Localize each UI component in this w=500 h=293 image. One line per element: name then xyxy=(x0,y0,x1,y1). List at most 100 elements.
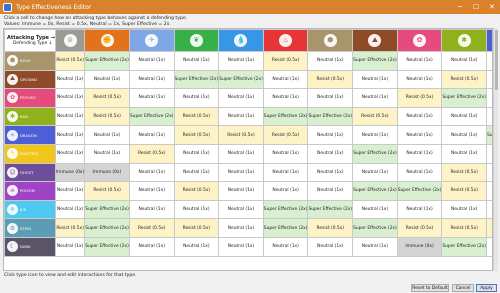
effectiveness-cell[interactable]: Neutral (1x) xyxy=(218,88,264,108)
column-header-fire[interactable]: ♨ xyxy=(262,29,309,52)
effectiveness-cell[interactable]: Neutral (1x) xyxy=(396,125,443,145)
effectiveness-cell[interactable]: Neutral (1x) xyxy=(173,51,220,71)
electric-type-icon[interactable]: ϟ xyxy=(7,148,18,160)
effectiveness-cell[interactable]: Immune (0x) xyxy=(396,236,443,257)
column-header-fighting[interactable]: ✊ xyxy=(84,29,130,52)
effectiveness-cell[interactable]: Neutral (1x) xyxy=(352,69,398,90)
effectiveness-cell[interactable]: Neutral (1x) xyxy=(218,162,264,183)
effectiveness-cell[interactable]: Neutral (1x) xyxy=(352,125,398,145)
row-header-electric[interactable]: ϟ ELECTRIC xyxy=(4,143,56,164)
effectiveness-cell[interactable]: Neutral (1x) xyxy=(441,199,487,220)
row-header-ice[interactable]: ❄ ICE xyxy=(4,199,56,220)
effectiveness-cell[interactable]: Super Effective (2x) xyxy=(84,236,130,257)
effectiveness-cell[interactable]: Neutral (1x) xyxy=(54,199,86,220)
effectiveness-cell[interactable]: Super Effective (2x) xyxy=(307,199,354,220)
ghost-type-icon[interactable]: ☺ xyxy=(7,166,18,178)
rock-type-icon[interactable]: ⬢ xyxy=(7,55,18,67)
effectiveness-cell[interactable]: Neutral (1x) xyxy=(128,236,175,257)
psychic-type-icon[interactable]: ✿ xyxy=(413,34,427,47)
effectiveness-cell[interactable]: Resist (0.5x) xyxy=(441,181,487,201)
effectiveness-cell[interactable]: Neutral (1x) xyxy=(54,143,86,164)
effectiveness-cell[interactable]: Super Effective (2x) xyxy=(396,181,443,201)
effectiveness-cell[interactable]: Super Effective (2x) xyxy=(84,218,130,238)
effectiveness-cell[interactable]: Neutral (1x) xyxy=(441,125,487,145)
effectiveness-cell[interactable]: Neutral (1x) xyxy=(128,88,175,108)
effectiveness-cell[interactable]: Immune (0x) xyxy=(54,162,86,183)
minimize-icon[interactable]: ─ xyxy=(452,0,468,14)
ice-type-icon[interactable]: ❄ xyxy=(7,204,18,216)
effectiveness-cell[interactable]: Neutral (1x) xyxy=(352,162,398,183)
water-type-icon[interactable]: 💧 xyxy=(234,34,248,47)
effectiveness-cell[interactable]: Resist (0.5x) xyxy=(84,106,130,127)
effectiveness-cell[interactable]: Neutral (1x) xyxy=(441,143,487,164)
effectiveness-cell[interactable]: Neutral (1x) xyxy=(218,51,264,71)
effectiveness-cell[interactable]: Super Effective (2x) xyxy=(441,88,487,108)
row-header-poison[interactable]: ☠ POISON xyxy=(4,181,56,201)
row-header-psychic[interactable]: ✿ PSYCHIC xyxy=(4,88,56,108)
effectiveness-cell[interactable]: Super Effective (2x) xyxy=(84,199,130,220)
effectiveness-cell[interactable]: Neutral (1x) xyxy=(352,236,398,257)
apply-button[interactable]: Apply xyxy=(476,284,497,292)
effectiveness-cell[interactable]: Resist (0.5x) xyxy=(128,143,175,164)
effectiveness-cell[interactable]: Resist (0.5x) xyxy=(84,88,130,108)
effectiveness-cell[interactable]: Neutral (1x) xyxy=(173,199,220,220)
effectiveness-cell[interactable]: Neutral (1x) xyxy=(396,199,443,220)
ground-type-icon[interactable]: ⛰ xyxy=(368,34,382,47)
maximize-icon[interactable]: ☐ xyxy=(468,0,484,14)
effectiveness-cell[interactable]: Neutral (1x) xyxy=(173,162,220,183)
effectiveness-cell[interactable]: Neutral (1x) xyxy=(352,199,398,220)
column-header-water[interactable]: 💧 xyxy=(218,29,264,52)
effectiveness-cell[interactable]: Neutral (1x) xyxy=(84,69,130,90)
effectiveness-cell[interactable]: Neutral (1x) xyxy=(262,162,309,183)
effectiveness-cell[interactable]: Super Effective (2x) xyxy=(352,181,398,201)
effectiveness-cell[interactable]: Neutral (1x) xyxy=(262,88,309,108)
column-header-psychic[interactable]: ✿ xyxy=(396,29,443,52)
effectiveness-cell[interactable]: Neutral (1x) xyxy=(218,218,264,238)
row-header-bug[interactable]: ✱ BUG xyxy=(4,106,56,127)
effectiveness-cell[interactable]: Neutral (1x) xyxy=(128,51,175,71)
effectiveness-cell[interactable]: Resist (0.5x) xyxy=(54,51,86,71)
effectiveness-cell[interactable]: Neutral (1x) xyxy=(396,69,443,90)
effectiveness-cell[interactable]: Neutral (1x) xyxy=(307,181,354,201)
effectiveness-cell[interactable]: Neutral (1x) xyxy=(396,51,443,71)
dragon-type-icon[interactable]: ✧ xyxy=(7,129,18,141)
ground-type-icon[interactable]: ⛰ xyxy=(7,73,18,85)
effectiveness-cell[interactable]: Resist (0.5x) xyxy=(352,106,398,127)
effectiveness-cell[interactable]: Neutral (1x) xyxy=(54,88,86,108)
effectiveness-cell[interactable]: Neutral (1x) xyxy=(262,69,309,90)
effectiveness-cell[interactable]: Resist (0.5x) xyxy=(173,218,220,238)
effectiveness-cell[interactable]: Neutral (1x) xyxy=(307,51,354,71)
row-header-ground[interactable]: ⛰ GROUND xyxy=(4,69,56,90)
effectiveness-cell[interactable]: Resist (0.5x) xyxy=(218,125,264,145)
rock-type-icon[interactable]: ⬢ xyxy=(323,34,337,47)
effectiveness-cell[interactable]: Neutral (1x) xyxy=(218,143,264,164)
effectiveness-cell[interactable]: Resist (0.5x) xyxy=(128,218,175,238)
effectiveness-cell[interactable]: Resist (0.5x) xyxy=(262,125,309,145)
cancel-button[interactable]: Cancel xyxy=(452,284,474,292)
effectiveness-cell[interactable]: Neutral (1x) xyxy=(307,236,354,257)
effectiveness-cell[interactable]: Super Effective (2x) xyxy=(441,236,487,257)
effectiveness-cell[interactable]: Neutral (1x) xyxy=(128,69,175,90)
row-header-steel[interactable]: ⚙ STEEL xyxy=(4,218,56,238)
row-header-ghost[interactable]: ☺ GHOST xyxy=(4,162,56,183)
normal-type-icon[interactable]: ⊚ xyxy=(63,34,77,47)
effectiveness-cell[interactable]: Super Effective (2x) xyxy=(352,218,398,238)
effectiveness-cell[interactable]: Neutral (1x) xyxy=(128,199,175,220)
effectiveness-cell[interactable]: Resist (0.5x) xyxy=(173,106,220,127)
effectiveness-cell[interactable]: Neutral (1x) xyxy=(262,143,309,164)
effectiveness-cell[interactable]: Super Effective (2x) xyxy=(262,106,309,127)
column-header-normal[interactable]: ⊚ xyxy=(54,29,86,52)
effectiveness-cell[interactable]: Neutral (1x) xyxy=(84,143,130,164)
effectiveness-cell[interactable]: Neutral (1x) xyxy=(128,162,175,183)
grass-type-icon[interactable]: ❦ xyxy=(189,34,203,47)
effectiveness-cell[interactable]: Neutral (1x) xyxy=(54,181,86,201)
effectiveness-cell[interactable]: Immune (0x) xyxy=(84,162,130,183)
effectiveness-cell[interactable]: Neutral (1x) xyxy=(441,106,487,127)
column-header-rock[interactable]: ⬢ xyxy=(307,29,354,52)
effectiveness-cell[interactable]: Super Effective (2x) xyxy=(173,69,220,90)
column-header-ground[interactable]: ⛰ xyxy=(352,29,398,52)
effectiveness-cell[interactable]: Neutral (1x) xyxy=(218,199,264,220)
effectiveness-cell[interactable]: Neutral (1x) xyxy=(396,143,443,164)
effectiveness-cell[interactable]: Neutral (1x) xyxy=(218,236,264,257)
effectiveness-cell[interactable]: Neutral (1x) xyxy=(54,236,86,257)
